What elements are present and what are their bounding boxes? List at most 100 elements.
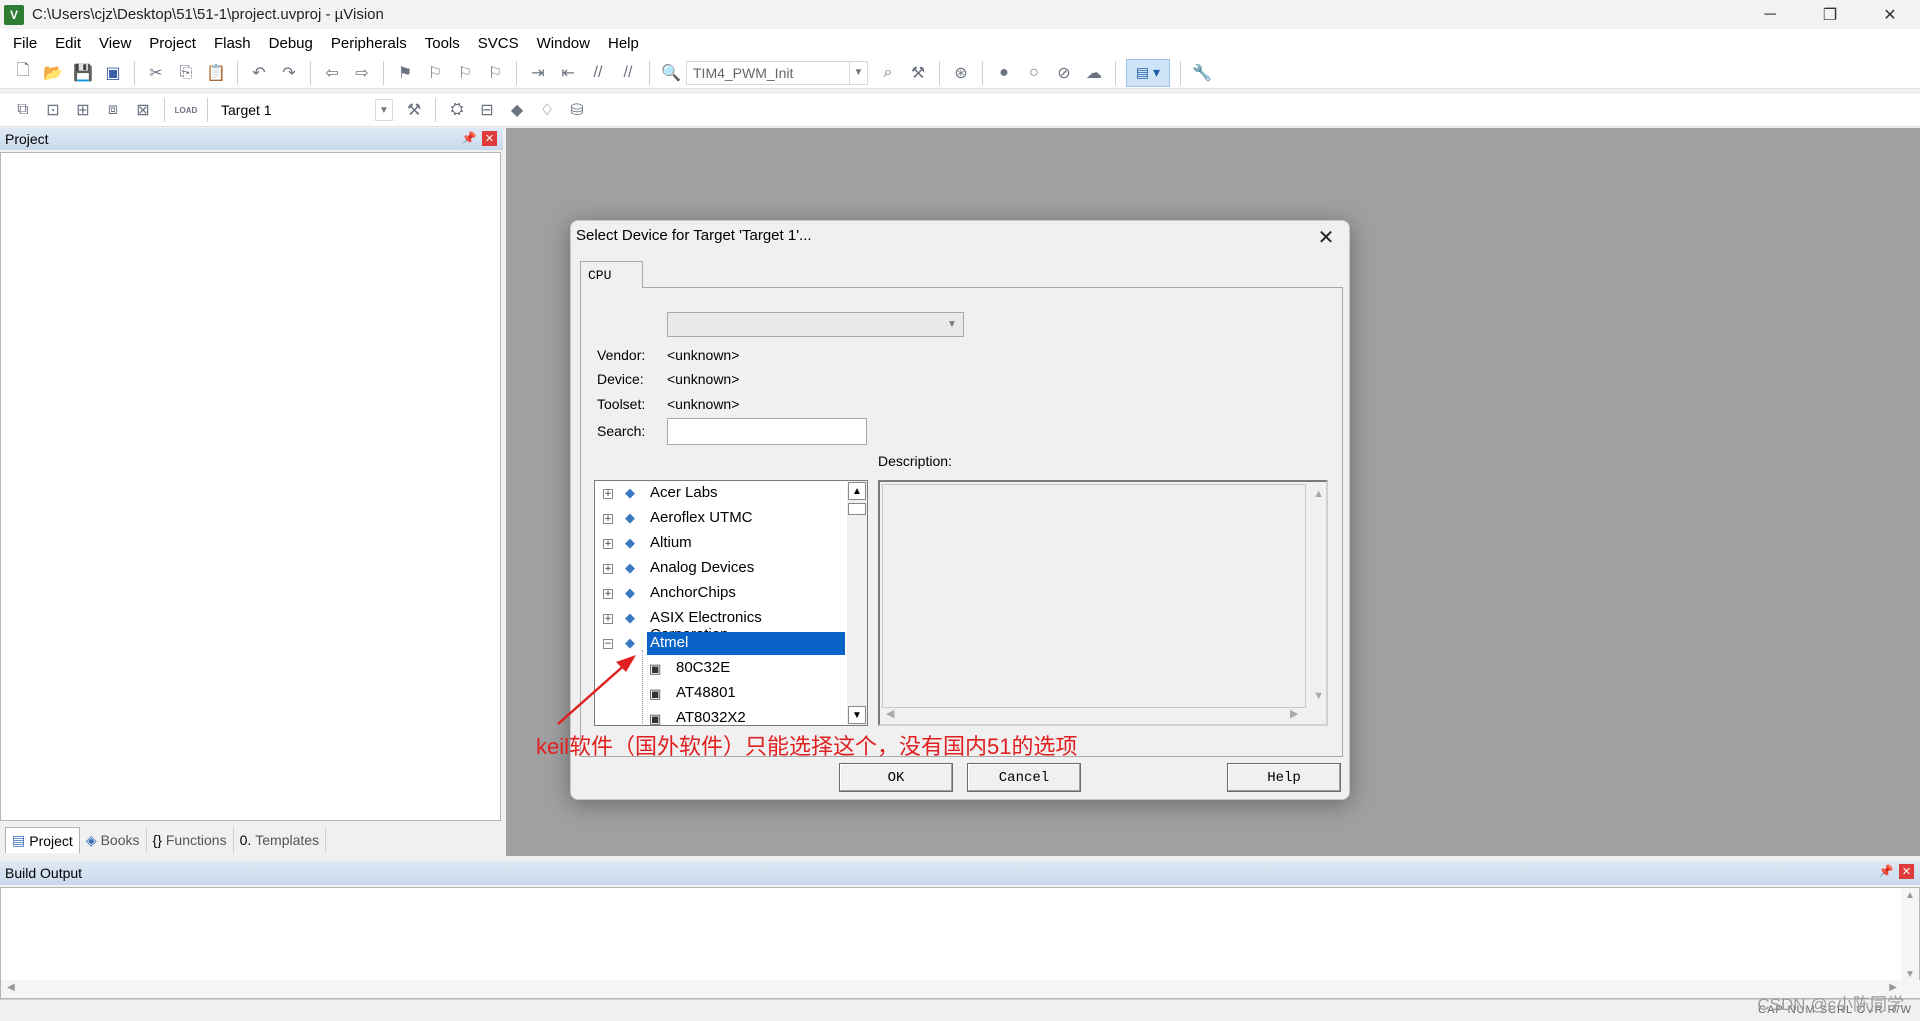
navigate-forward-icon[interactable]: ⇨ [350,61,374,85]
find-icon[interactable]: ⌕ [876,61,900,85]
tree-scrollbar[interactable]: ▲ ▼ [847,481,867,725]
horizontal-scrollbar[interactable]: ◀ ▶ [1,980,1920,998]
vertical-scrollbar[interactable]: ▲ ▼ [1901,888,1919,982]
configure-icon[interactable]: 🔧 [1190,61,1214,85]
comment-icon[interactable]: // [586,61,610,85]
new-file-icon[interactable]: 🗋 [11,61,35,85]
undo-icon[interactable]: ↶ [247,61,271,85]
tab-templates[interactable]: 0. Templates [234,827,327,853]
expand-icon[interactable]: + [603,589,613,599]
menu-file[interactable]: File [4,35,46,52]
menu-project[interactable]: Project [140,35,205,52]
help-button[interactable]: Help [1227,763,1341,792]
redo-icon[interactable]: ↷ [277,61,301,85]
menu-view[interactable]: View [90,35,140,52]
menu-svcs[interactable]: SVCS [469,35,528,52]
tab-project[interactable]: ▤ Project [5,827,80,853]
build-output-text[interactable]: ▲ ▼ ◀ ▶ [0,887,1920,999]
scroll-up-icon[interactable]: ▲ [1905,890,1915,901]
close-icon[interactable]: ✕ [482,131,497,146]
scroll-thumb[interactable] [848,503,866,515]
incremental-find-icon[interactable]: ⚒ [906,61,930,85]
find-in-files-icon[interactable]: 🔍 [659,61,683,85]
save-icon[interactable]: 💾 [71,61,95,85]
unindent-icon[interactable]: ⇤ [556,61,580,85]
find-combo[interactable]: TIM4_PWM_Init ▼ [686,60,868,85]
close-icon[interactable]: ✕ [1899,864,1914,879]
scroll-up-icon[interactable]: ▲ [848,482,866,500]
tree-item-vendor[interactable]: + ◆ Analog Devices [595,556,845,581]
scroll-up-icon[interactable]: ▲ [1313,488,1324,500]
scroll-right-icon[interactable]: ▶ [1290,707,1298,720]
open-file-icon[interactable]: 📂 [41,61,65,85]
scroll-left-icon[interactable]: ◀ [886,707,894,720]
stop-build-icon[interactable]: ⊠ [131,98,155,122]
scroll-down-icon[interactable]: ▼ [1313,690,1324,702]
expand-icon[interactable]: + [603,539,613,549]
minimize-button[interactable]: ─ [1740,0,1800,29]
collapse-icon[interactable]: − [603,639,613,649]
tree-item-vendor[interactable]: + ◆ AnchorChips [595,581,845,606]
enable-breakpoint-icon[interactable]: ○ [1022,61,1046,85]
expand-icon[interactable]: + [603,489,613,499]
navigate-back-icon[interactable]: ⇦ [320,61,344,85]
expand-icon[interactable]: + [603,564,613,574]
tree-item-vendor[interactable]: + ◆ Aeroflex UTMC [595,506,845,531]
debug-session-icon[interactable]: ⊛ [949,61,973,85]
clear-bookmarks-icon[interactable]: ⚐ [483,61,507,85]
project-tree[interactable] [0,152,501,821]
uncomment-icon[interactable]: // [616,61,640,85]
close-window-button[interactable]: ✕ [1860,0,1920,29]
download-icon[interactable]: LOAD [174,98,198,122]
tab-books[interactable]: ◈ Books [80,827,147,853]
menu-peripherals[interactable]: Peripherals [322,35,416,52]
menu-tools[interactable]: Tools [416,35,469,52]
pack-installer-icon[interactable]: ♢ [535,98,559,122]
copy-icon[interactable]: ⎘ [174,61,198,85]
batch-build-icon[interactable]: ⧈ [101,98,125,122]
tree-item-vendor[interactable]: + ◆ Acer Labs [595,481,845,506]
insert-breakpoint-icon[interactable]: ● [992,61,1016,85]
expand-icon[interactable]: + [603,514,613,524]
chevron-down-icon[interactable]: ▼ [375,99,393,121]
file-extensions-icon[interactable]: ⊟ [475,98,499,122]
paste-icon[interactable]: 📋 [204,61,228,85]
save-all-icon[interactable]: ▣ [101,61,125,85]
menu-window[interactable]: Window [528,35,599,52]
bookmark-icon[interactable]: ⚑ [393,61,417,85]
disable-breakpoints-icon[interactable]: ⊘ [1052,61,1076,85]
cancel-button[interactable]: Cancel [967,763,1081,792]
translate-icon[interactable]: ⧉ [11,98,35,122]
close-icon[interactable]: ✕ [1311,223,1341,251]
target-options-icon[interactable]: ⚒ [402,98,426,122]
expand-icon[interactable]: + [603,614,613,624]
tree-item-vendor[interactable]: + ◆ ASIX Electronics Corporation [595,606,845,643]
window-layout-icon[interactable]: ▤ ▾ [1126,58,1170,87]
ok-button[interactable]: OK [839,763,953,792]
device-database-combo[interactable]: ▼ [667,312,964,337]
prev-bookmark-icon[interactable]: ⚐ [423,61,447,85]
tab-cpu[interactable]: CPU [580,261,643,288]
scroll-down-icon[interactable]: ▼ [848,706,866,724]
menu-debug[interactable]: Debug [260,35,322,52]
menu-help[interactable]: Help [599,35,648,52]
search-input[interactable] [667,418,867,445]
restore-button[interactable]: ❐ [1800,0,1860,29]
select-packs-icon[interactable]: ◆ [505,98,529,122]
tree-item-vendor[interactable]: + ◆ Altium [595,531,845,556]
cut-icon[interactable]: ✂ [144,61,168,85]
menu-flash[interactable]: Flash [205,35,260,52]
build-icon[interactable]: ⊡ [41,98,65,122]
kill-breakpoints-icon[interactable]: ☁ [1082,61,1106,85]
chevron-down-icon[interactable]: ▼ [849,61,867,84]
next-bookmark-icon[interactable]: ⚐ [453,61,477,85]
pin-icon[interactable]: 📌 [461,130,477,146]
manage-rte-icon[interactable]: ⛁ [565,98,589,122]
chevron-down-icon[interactable]: ▼ [943,315,961,334]
pin-icon[interactable]: 📌 [1878,863,1894,879]
menu-edit[interactable]: Edit [46,35,90,52]
manage-project-icon[interactable]: ⛭ [445,98,469,122]
scroll-left-icon[interactable]: ◀ [7,982,15,993]
indent-icon[interactable]: ⇥ [526,61,550,85]
rebuild-icon[interactable]: ⊞ [71,98,95,122]
